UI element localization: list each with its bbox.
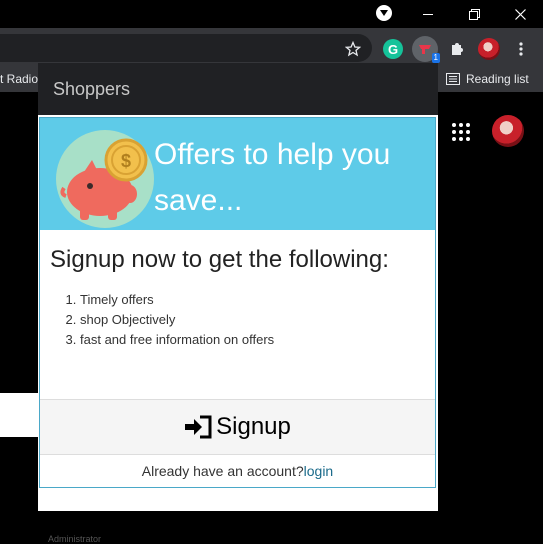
- reading-list-button[interactable]: Reading list: [446, 72, 529, 86]
- page-avatar[interactable]: [492, 115, 524, 147]
- login-prompt-text: Already have an account?: [141, 463, 304, 479]
- reading-list-label: Reading list: [466, 72, 529, 86]
- offer-banner: $ Offers to help you save...: [40, 118, 435, 230]
- svg-text:$: $: [121, 151, 131, 171]
- login-prompt: Already have an account?login: [40, 463, 435, 479]
- offer-list: Timely offers shop Objectively fast and …: [64, 290, 274, 350]
- profile-avatar[interactable]: [476, 36, 502, 62]
- reading-list-icon: [446, 73, 460, 85]
- title-bar: [0, 0, 543, 28]
- signup-icon: [185, 415, 212, 439]
- star-icon[interactable]: [340, 36, 366, 62]
- minimize-button[interactable]: [405, 0, 451, 28]
- list-item: Timely offers: [80, 290, 274, 310]
- close-button[interactable]: [497, 0, 543, 28]
- restore-button[interactable]: [451, 0, 497, 28]
- menu-icon[interactable]: [508, 36, 534, 62]
- extension-badge: 1: [431, 53, 440, 63]
- shoppers-extension-icon[interactable]: 1: [412, 36, 440, 63]
- download-icon[interactable]: [376, 5, 392, 21]
- offer-card: $ Offers to help you save... Signup now …: [39, 117, 436, 488]
- banner-heading: Offers to help you save...: [154, 138, 391, 217]
- signup-subtitle: Signup now to get the following:: [50, 246, 389, 273]
- list-item: shop Objectively: [80, 310, 274, 330]
- piggy-bank-icon: $: [56, 130, 154, 228]
- bookmark-item[interactable]: t Radio: [0, 72, 38, 86]
- popup-header: Shoppers: [38, 63, 438, 115]
- signup-label: Signup: [216, 413, 291, 440]
- puzzle-icon[interactable]: [444, 36, 470, 62]
- list-item: fast and free information on offers: [80, 330, 274, 350]
- grammarly-icon[interactable]: G: [380, 36, 406, 62]
- apps-grid-icon[interactable]: [452, 123, 470, 141]
- extension-popup: Shoppers $ Offers to help you save... Si…: [38, 63, 438, 511]
- page-search-box[interactable]: [0, 393, 40, 437]
- page-footer-text: Administrator: [48, 534, 102, 544]
- address-bar[interactable]: [0, 34, 372, 62]
- popup-title: Shoppers: [53, 78, 131, 99]
- restore-icon: [468, 8, 480, 20]
- close-icon: [514, 8, 526, 20]
- minimize-icon: [423, 13, 433, 15]
- login-link[interactable]: login: [304, 463, 334, 479]
- signup-button[interactable]: Signup: [40, 399, 435, 455]
